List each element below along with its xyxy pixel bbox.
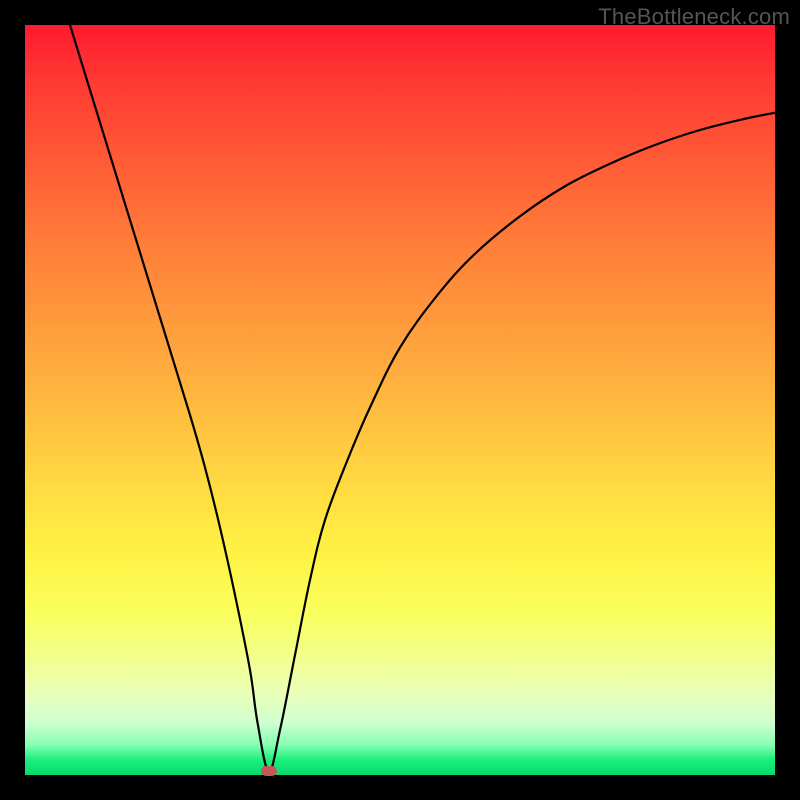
chart-frame: TheBottleneck.com	[0, 0, 800, 800]
bottleneck-curve	[25, 25, 775, 775]
plot-area	[25, 25, 775, 775]
watermark-text: TheBottleneck.com	[598, 4, 790, 30]
optimal-point-marker	[261, 766, 277, 776]
